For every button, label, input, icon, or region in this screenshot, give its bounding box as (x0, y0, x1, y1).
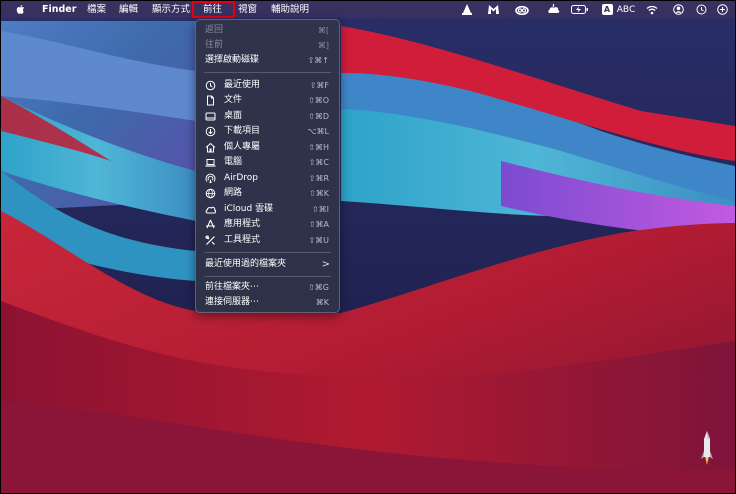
menu-item-shortcut: ⇧⌘F (309, 81, 329, 90)
menu-app-finder[interactable]: Finder (42, 1, 76, 18)
menu-item-label: 最近使用 (224, 80, 261, 90)
desktop-icon (205, 112, 216, 121)
tools-icon (205, 235, 215, 245)
time-machine-icon[interactable] (694, 1, 708, 18)
menu-file[interactable]: 檔案 (87, 1, 106, 18)
menu-separator (204, 252, 331, 253)
menu-item-go-to-folder[interactable]: 前往檔案夾⋯ ⇧⌘G (196, 280, 339, 295)
menu-item-shortcut: ⇧⌘A (308, 220, 329, 229)
menu-item-shortcut: ⇧⌘I (311, 205, 329, 214)
menu-separator (204, 72, 331, 73)
wifi-icon[interactable] (645, 1, 659, 18)
menu-bar: Finder 檔案 編輯 顯示方式 前往 視窗 輔助說明 A ABC (1, 1, 735, 18)
menu-item-downloads[interactable]: 下載項目 ⌥⌘L (196, 124, 339, 139)
vlc-icon[interactable] (460, 1, 474, 18)
desktop-wallpaper (1, 1, 735, 493)
menu-item-back[interactable]: 返回 ⌘[ (196, 23, 339, 38)
applications-icon (206, 219, 215, 229)
menu-item-label: 文件 (224, 95, 243, 105)
menu-item-home[interactable]: 個人專屬 ⇧⌘H (196, 140, 339, 155)
menu-item-shortcut: ⇧⌘D (308, 112, 329, 121)
airdrop-icon (205, 173, 216, 183)
menu-separator (204, 276, 331, 277)
menu-edit[interactable]: 編輯 (119, 1, 138, 18)
menu-item-shortcut: ⌘] (317, 41, 329, 50)
menu-item-applications[interactable]: 應用程式 ⇧⌘A (196, 217, 339, 232)
menu-item-computer[interactable]: 電腦 ⇧⌘C (196, 155, 339, 170)
menu-item-label: 個人專屬 (224, 142, 261, 152)
go-menu-highlight (192, 1, 235, 18)
menu-item-documents[interactable]: 文件 ⇧⌘O (196, 93, 339, 108)
menu-item-label: 連接伺服器⋯ (205, 297, 260, 307)
menu-item-shortcut: ⇧⌘H (308, 143, 329, 152)
go-menu-dropdown: 返回 ⌘[ 往前 ⌘] 選擇啟動磁碟 ⇧⌘↑ 最近使用 ⇧⌘F 文件 ⇧⌘O 桌… (195, 19, 340, 313)
control-center-icon[interactable] (715, 1, 729, 18)
menu-item-shortcut: ⇧⌘G (308, 283, 329, 292)
input-source-badge[interactable]: A (601, 1, 613, 18)
menu-item-label: 桌面 (224, 111, 243, 121)
menu-item-shortcut: ⇧⌘↑ (307, 56, 329, 65)
menu-item-label: AirDrop (224, 173, 259, 183)
menu-item-shortcut: ⇧⌘C (308, 158, 329, 167)
screen: Finder 檔案 編輯 顯示方式 前往 視窗 輔助說明 A ABC 返回 ⌘[… (0, 0, 736, 494)
cloud-sync-icon[interactable] (545, 1, 561, 18)
menu-item-shortcut: ⌘K (315, 298, 329, 307)
menu-item-label: 應用程式 (224, 219, 261, 229)
menu-item-label: 選擇啟動磁碟 (205, 55, 260, 65)
download-icon (205, 126, 216, 137)
menu-item-shortcut: ⇧⌘O (308, 96, 329, 105)
apple-menu-icon[interactable] (15, 1, 25, 18)
clock-icon (205, 80, 216, 91)
menu-item-label: 網路 (224, 188, 243, 198)
menu-item-connect-server[interactable]: 連接伺服器⋯ ⌘K (196, 295, 339, 310)
menu-help[interactable]: 輔助說明 (271, 1, 309, 18)
menu-item-label: iCloud 雲碟 (224, 204, 274, 214)
menu-item-shortcut: ⇧⌘K (309, 189, 329, 198)
menu-item-utilities[interactable]: 工具程式 ⇧⌘U (196, 233, 339, 248)
menu-item-shortcut: ⇧⌘R (308, 174, 329, 183)
menu-item-label: 往前 (205, 40, 224, 50)
menu-item-label: 最近使用過的檔案夾 (205, 259, 287, 269)
user-account-icon[interactable] (671, 1, 685, 18)
home-icon (205, 142, 216, 153)
menu-item-shortcut: ⌥⌘L (307, 127, 329, 136)
document-icon (207, 95, 214, 106)
menu-item-recent-folders[interactable]: 最近使用過的檔案夾 > (196, 257, 339, 272)
menu-item-label: 下載項目 (224, 126, 261, 136)
battery-icon[interactable] (570, 1, 590, 18)
laptop-icon (205, 159, 216, 167)
globe-icon (205, 188, 216, 199)
input-source-label[interactable]: ABC (615, 1, 637, 18)
menu-item-startup-disk[interactable]: 選擇啟動磁碟 ⇧⌘↑ (196, 53, 339, 68)
cloud-icon (205, 206, 216, 214)
menu-window[interactable]: 視窗 (238, 1, 257, 18)
menu-item-icloud-drive[interactable]: iCloud 雲碟 ⇧⌘I (196, 202, 339, 217)
menu-item-label: 前往檔案夾⋯ (205, 282, 260, 292)
creative-cloud-icon[interactable] (514, 1, 530, 18)
menu-item-forward[interactable]: 往前 ⌘] (196, 38, 339, 53)
menu-item-label: 電腦 (224, 157, 243, 167)
malwarebytes-icon[interactable] (485, 1, 501, 18)
menu-item-label: 工具程式 (224, 235, 261, 245)
menu-item-desktop[interactable]: 桌面 ⇧⌘D (196, 109, 339, 124)
rocket-launcher-icon[interactable] (701, 431, 713, 467)
menu-item-airdrop[interactable]: AirDrop ⇧⌘R (196, 171, 339, 186)
menu-item-shortcut: ⌘[ (317, 26, 329, 35)
menu-item-recents[interactable]: 最近使用 ⇧⌘F (196, 78, 339, 93)
menu-item-shortcut: ⇧⌘U (308, 236, 329, 245)
menu-view[interactable]: 顯示方式 (152, 1, 190, 18)
chevron-right-icon: > (321, 259, 330, 270)
menu-item-label: 返回 (205, 25, 224, 35)
input-badge-letter: A (601, 4, 613, 15)
menu-item-network[interactable]: 網路 ⇧⌘K (196, 186, 339, 201)
